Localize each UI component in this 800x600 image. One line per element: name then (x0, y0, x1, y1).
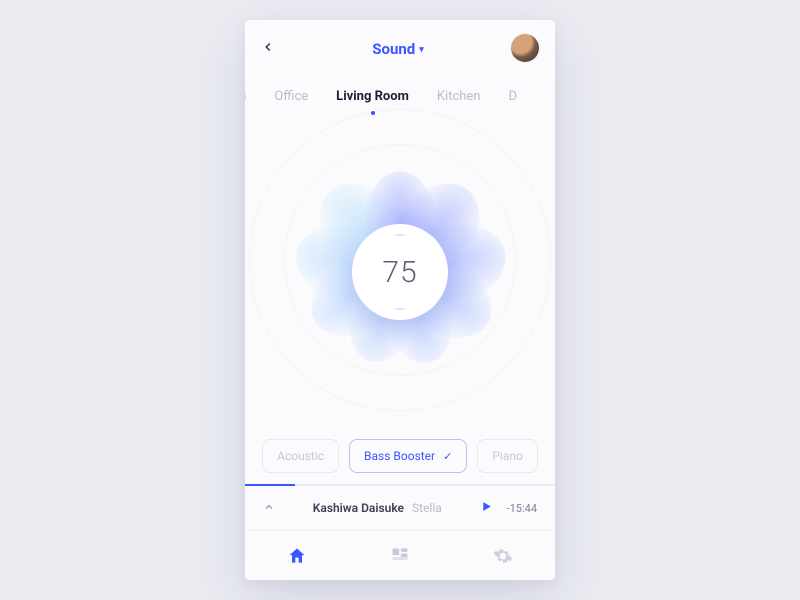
screen-title-label: Sound (372, 40, 415, 58)
room-tab[interactable]: Kitchen (437, 89, 481, 104)
back-button[interactable] (261, 38, 285, 59)
chevron-left-icon (261, 40, 275, 54)
playback-progress[interactable] (245, 484, 555, 486)
room-tab[interactable]: Office (274, 89, 308, 104)
avatar[interactable] (511, 34, 539, 62)
bottom-nav (245, 530, 555, 580)
eq-preset-label: Bass Booster (364, 449, 435, 463)
volume-dial-area: 75 (245, 116, 555, 428)
nav-dashboard[interactable] (385, 541, 415, 571)
app-screen: Sound ▾ m Office Living Room Kitchen D 7… (245, 20, 555, 580)
eq-preset[interactable]: Acoustic (262, 439, 339, 473)
home-icon (287, 546, 307, 566)
room-tab[interactable]: m (245, 89, 246, 104)
chevron-up-icon (263, 501, 275, 513)
room-tab-active[interactable]: Living Room (336, 89, 409, 104)
volume-dial-core: 75 (352, 224, 448, 320)
eq-preset[interactable]: Piano (477, 439, 538, 473)
eq-presets: Acoustic Bass Booster ✓ Piano (245, 428, 555, 484)
play-icon (480, 500, 493, 513)
nav-settings[interactable] (488, 541, 518, 571)
check-icon: ✓ (443, 450, 452, 463)
now-playing-bar: Kashiwa Daisuke Stella -15:44 (245, 486, 555, 530)
track-title: Stella (412, 501, 442, 515)
play-button[interactable] (480, 500, 493, 517)
grid-icon (390, 546, 410, 566)
playback-progress-fill (245, 484, 295, 486)
gear-icon (493, 546, 513, 566)
room-tab[interactable]: D (508, 89, 517, 104)
time-remaining: -15:44 (507, 502, 537, 515)
screen-title-dropdown[interactable]: Sound ▾ (372, 40, 424, 58)
track-info[interactable]: Kashiwa Daisuke Stella (289, 501, 466, 515)
volume-value: 75 (382, 255, 417, 290)
volume-dial[interactable]: 75 (305, 177, 495, 367)
header: Sound ▾ (245, 20, 555, 76)
caret-down-icon: ▾ (419, 45, 424, 55)
eq-preset-active[interactable]: Bass Booster ✓ (349, 439, 467, 473)
expand-player-button[interactable] (263, 501, 275, 516)
track-artist: Kashiwa Daisuke (313, 501, 404, 515)
nav-home[interactable] (282, 541, 312, 571)
